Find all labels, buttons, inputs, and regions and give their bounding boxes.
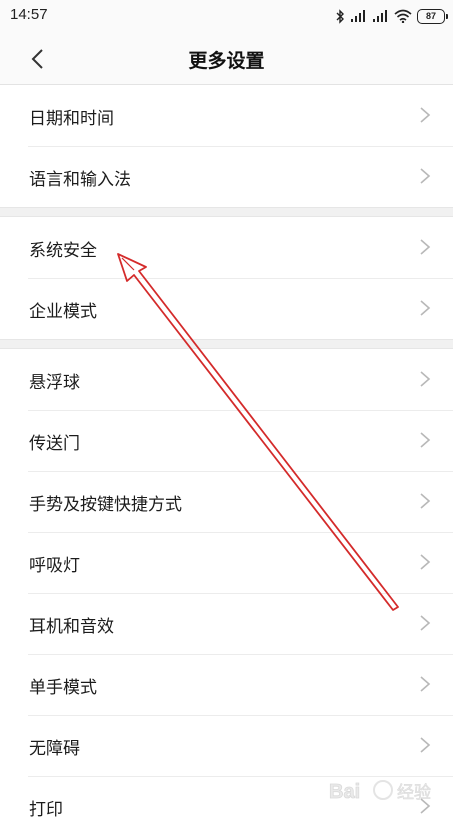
settings-item-one-handed-mode[interactable]: 单手模式 (0, 654, 453, 715)
settings-item-date-time[interactable]: 日期和时间 (0, 85, 453, 146)
signal-icon (373, 10, 387, 22)
settings-item-label: 打印 (29, 800, 63, 820)
settings-item-system-security[interactable]: 系统安全 (0, 217, 453, 278)
settings-item-label: 日期和时间 (29, 109, 114, 129)
settings-item-label: 手势及按键快捷方式 (29, 495, 182, 515)
chevron-right-icon (420, 493, 431, 509)
wifi-icon (394, 9, 412, 23)
settings-item-floating-ball[interactable]: 悬浮球 (0, 349, 453, 410)
chevron-right-icon (420, 371, 431, 387)
chevron-right-icon (420, 554, 431, 570)
settings-item-gesture-shortcuts[interactable]: 手势及按键快捷方式 (0, 471, 453, 532)
chevron-right-icon (420, 615, 431, 631)
settings-list: 日期和时间 语言和输入法 系统安全 企业模式 悬浮球 传送门 手势及按键快捷方式 (0, 85, 453, 837)
title-bar: 更多设置 (0, 34, 453, 85)
baidu-watermark-logo: Bai 经验 (329, 780, 431, 803)
settings-item-notification-light[interactable]: 呼吸灯 (0, 532, 453, 593)
chevron-right-icon (420, 239, 431, 255)
settings-item-label: 呼吸灯 (29, 556, 80, 576)
battery-icon: 87 (417, 8, 448, 24)
settings-item-label: 语言和输入法 (29, 170, 131, 190)
chevron-right-icon (420, 676, 431, 692)
section-divider (0, 339, 453, 349)
chevron-right-icon (420, 737, 431, 753)
settings-item-label: 悬浮球 (29, 373, 80, 393)
settings-group: 悬浮球 传送门 手势及按键快捷方式 呼吸灯 耳机和音效 单手模式 无障碍 打印 (0, 349, 453, 837)
settings-item-accessibility[interactable]: 无障碍 (0, 715, 453, 776)
svg-text:经验: 经验 (397, 783, 431, 803)
settings-item-language-input[interactable]: 语言和输入法 (0, 146, 453, 207)
signal-icon (351, 10, 365, 22)
chevron-right-icon (420, 168, 431, 184)
settings-item-enterprise-mode[interactable]: 企业模式 (0, 278, 453, 339)
settings-item-label: 无障碍 (29, 739, 80, 759)
bluetooth-icon (336, 8, 344, 24)
status-icons: 87 (335, 7, 448, 25)
status-bar: 14:57 87 (0, 0, 453, 34)
settings-item-label: 传送门 (29, 434, 80, 454)
settings-item-headphones-audio[interactable]: 耳机和音效 (0, 593, 453, 654)
settings-item-label: 系统安全 (29, 241, 97, 261)
section-divider (0, 207, 453, 217)
chevron-right-icon (420, 107, 431, 123)
chevron-right-icon (420, 300, 431, 316)
settings-group: 日期和时间 语言和输入法 (0, 85, 453, 207)
svg-text:Bai: Bai (329, 781, 360, 803)
settings-group: 系统安全 企业模式 (0, 217, 453, 339)
settings-item-label: 企业模式 (29, 302, 97, 322)
settings-item-label: 单手模式 (29, 678, 97, 698)
chevron-right-icon (420, 432, 431, 448)
page-title: 更多设置 (188, 50, 265, 72)
settings-item-portal[interactable]: 传送门 (0, 410, 453, 471)
settings-item-label: 耳机和音效 (29, 617, 114, 637)
status-time: 14:57 (10, 6, 48, 23)
battery-level: 87 (425, 10, 436, 21)
